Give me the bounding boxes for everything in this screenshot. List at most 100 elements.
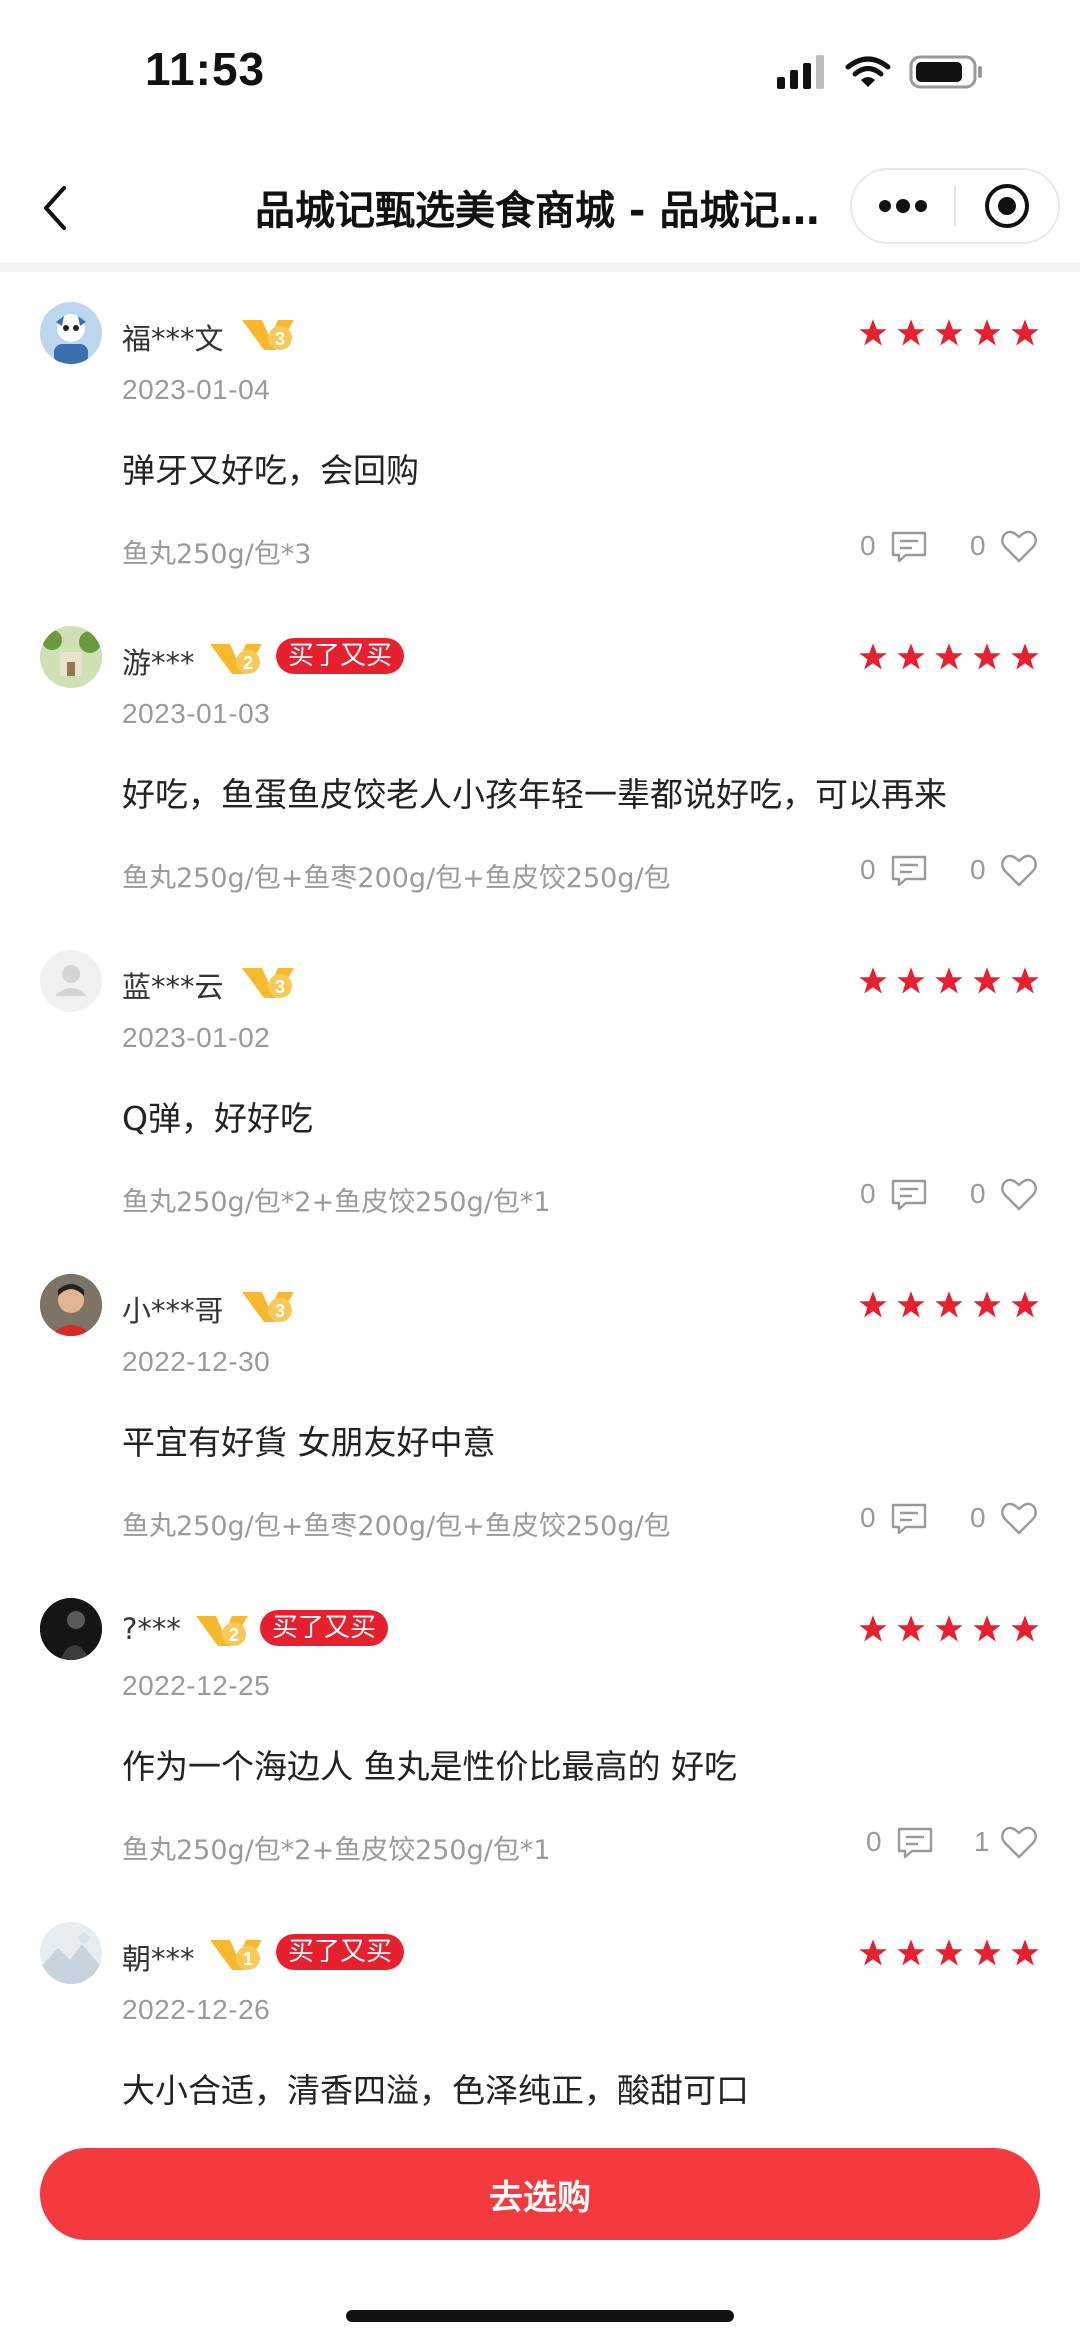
review-item: 蓝***云 3 2023-01-02 Q弹，好好吃 鱼丸250g/包*2+鱼皮饺… (0, 920, 1080, 1244)
back-icon[interactable] (36, 180, 76, 236)
star-icon (1011, 1939, 1039, 1966)
star-icon (935, 319, 963, 346)
review-item: ?*** 2 买了又买 2022-12-25 作为一个海边人 鱼丸是性价比最高的… (0, 1568, 1080, 1892)
status-bar: 11:53 (0, 0, 1080, 150)
star-icon (859, 967, 887, 994)
star-icon (859, 1291, 887, 1318)
review-date: 2022-12-25 (122, 1670, 271, 1701)
product-spec: 鱼丸250g/包*2+鱼皮饺250g/包*1 (122, 1835, 551, 1866)
star-icon (1011, 319, 1039, 346)
avatar[interactable] (40, 302, 102, 364)
like-count: 0 (970, 854, 986, 885)
heart-icon[interactable] (1000, 852, 1038, 888)
heart-icon[interactable] (1000, 1500, 1038, 1536)
heart-icon[interactable] (1000, 528, 1038, 564)
signal-icon (777, 55, 824, 89)
username: 福***文 (122, 322, 224, 356)
review-content: 平宜有好貨 女朋友好中意 (122, 1423, 496, 1462)
review-item: 朝*** 1 买了又买 2022-12-26 大小合适，清香四溢，色泽纯正，酸甜… (0, 1892, 1080, 2130)
review-item: 游*** 2 买了又买 2023-01-03 好吃，鱼蛋鱼皮饺老人小孩年轻一辈都… (0, 596, 1080, 920)
more-icon (879, 199, 927, 213)
like-count: 0 (970, 1502, 986, 1533)
svg-text:3: 3 (275, 1301, 285, 1321)
avatar[interactable] (40, 1922, 102, 1984)
vip-level-badge-icon: 3 (242, 1292, 294, 1322)
review-item: 福***文 3 2023-01-04 弹牙又好吃，会回购 鱼丸250g/包*3 … (0, 272, 1080, 596)
username: 朝*** (122, 1942, 195, 1976)
comment-icon[interactable] (890, 530, 928, 564)
comment-icon[interactable] (890, 854, 928, 888)
avatar[interactable] (40, 1598, 102, 1660)
comment-count: 0 (866, 1826, 882, 1857)
star-icon (935, 1291, 963, 1318)
star-icon (1011, 1615, 1039, 1642)
like-count: 1 (974, 1826, 990, 1857)
review-date: 2023-01-04 (122, 374, 271, 405)
vip-level-badge-icon: 3 (242, 320, 294, 350)
like-count: 0 (970, 530, 986, 561)
svg-text:1: 1 (243, 1949, 253, 1969)
review-content: 大小合适，清香四溢，色泽纯正，酸甜可口 (122, 2071, 749, 2110)
status-time: 11:53 (145, 43, 266, 95)
heart-icon[interactable] (1000, 1824, 1038, 1860)
star-icon (897, 1291, 925, 1318)
star-icon (1011, 643, 1039, 670)
rating-stars (858, 318, 1040, 348)
star-icon (859, 643, 887, 670)
username: ?*** (122, 1612, 181, 1646)
comment-icon[interactable] (896, 1826, 934, 1860)
rating-stars (858, 1614, 1040, 1644)
page-title: 品城记甄选美食商城 - 品城记甄选美食商城 (255, 188, 835, 234)
avatar[interactable] (40, 950, 102, 1012)
product-spec: 鱼丸250g/包*2+鱼皮饺250g/包*1 (122, 1187, 551, 1218)
product-spec: 鱼丸250g/包*3 (122, 539, 312, 570)
star-icon (973, 643, 1001, 670)
rating-stars (858, 1290, 1040, 1320)
comment-count: 0 (860, 854, 876, 885)
star-icon (935, 1615, 963, 1642)
close-miniprogram-icon (985, 184, 1029, 228)
review-date: 2022-12-26 (122, 1994, 271, 2025)
star-icon (897, 319, 925, 346)
review-item: 小***哥 3 2022-12-30 平宜有好貨 女朋友好中意 鱼丸250g/包… (0, 1244, 1080, 1568)
bottom-bar: 去选购 (0, 2130, 1080, 2341)
repurchase-tag: 买了又买 (276, 1934, 405, 1970)
review-date: 2023-01-02 (122, 1022, 271, 1053)
repurchase-tag: 买了又买 (260, 1610, 389, 1646)
close-miniprogram-button[interactable] (956, 170, 1058, 242)
svg-text:3: 3 (275, 977, 285, 997)
svg-text:2: 2 (243, 653, 253, 673)
miniprogram-capsule (850, 168, 1060, 244)
star-icon (973, 1615, 1001, 1642)
heart-icon[interactable] (1000, 1176, 1038, 1212)
review-list[interactable]: 福***文 3 2023-01-04 弹牙又好吃，会回购 鱼丸250g/包*3 … (0, 272, 1080, 2130)
rating-stars (858, 642, 1040, 672)
avatar[interactable] (40, 1274, 102, 1336)
product-spec: 鱼丸250g/包+鱼枣200g/包+鱼皮饺250g/包 (122, 863, 671, 894)
product-spec: 鱼丸250g/包+鱼枣200g/包+鱼皮饺250g/包 (122, 1511, 671, 1542)
star-icon (897, 967, 925, 994)
star-icon (935, 643, 963, 670)
vip-level-badge-icon: 2 (210, 644, 262, 674)
star-icon (973, 967, 1001, 994)
review-content: 弹牙又好吃，会回购 (122, 451, 419, 490)
go-shopping-button[interactable]: 去选购 (40, 2148, 1040, 2240)
comment-count: 0 (860, 530, 876, 561)
star-icon (973, 1939, 1001, 1966)
star-icon (1011, 1291, 1039, 1318)
avatar[interactable] (40, 626, 102, 688)
comment-icon[interactable] (890, 1178, 928, 1212)
star-icon (897, 643, 925, 670)
rating-stars (858, 1938, 1040, 1968)
star-icon (859, 1939, 887, 1966)
like-count: 0 (970, 1178, 986, 1209)
more-button[interactable] (852, 170, 954, 242)
star-icon (973, 1291, 1001, 1318)
star-icon (973, 319, 1001, 346)
repurchase-tag: 买了又买 (276, 638, 405, 674)
star-icon (859, 1615, 887, 1642)
comment-icon[interactable] (890, 1502, 928, 1536)
username: 游*** (122, 646, 195, 680)
home-indicator[interactable] (346, 2310, 734, 2322)
review-content: 作为一个海边人 鱼丸是性价比最高的 好吃 (122, 1747, 737, 1786)
